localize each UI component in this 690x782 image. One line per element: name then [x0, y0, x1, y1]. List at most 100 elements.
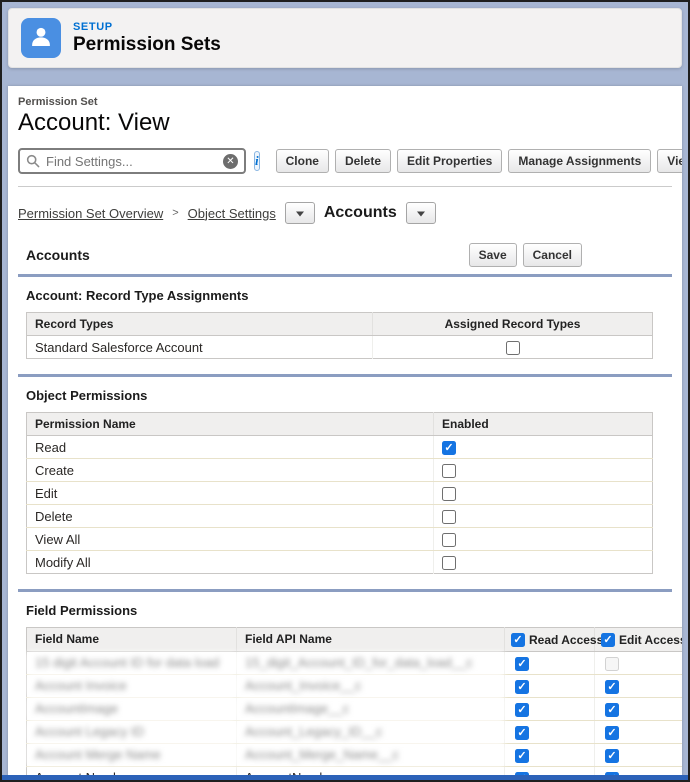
assigned-record-type-cell [373, 336, 653, 359]
clear-search-icon[interactable]: ✕ [223, 154, 238, 169]
field-api-name-cell: Account_Merge_Name__c [237, 743, 505, 766]
permission-sets-window: SETUP Permission Sets Permission Set Acc… [0, 0, 690, 782]
edit-access-cell [595, 697, 683, 720]
section-divider [18, 374, 672, 377]
permission-name: Delete [27, 505, 434, 528]
permission-name: View All [27, 528, 434, 551]
breadcrumb-current: Accounts [324, 204, 397, 222]
object-permissions-table: Permission Name Enabled ReadCreateEditDe… [26, 412, 653, 574]
toolbar-button-edit-properties[interactable]: Edit Properties [397, 149, 502, 173]
table-row: Account Legacy IDAccount_Legacy_ID__c [27, 720, 683, 743]
table-row: Standard Salesforce Account [27, 336, 653, 359]
setup-eyebrow: SETUP [73, 21, 221, 33]
search-input[interactable] [46, 154, 217, 169]
field-permissions-table: Field Name Field API Name Read Access Ed… [26, 627, 682, 780]
checkbox-unchecked[interactable] [442, 533, 456, 547]
breadcrumb-link-object-settings[interactable]: Object Settings [188, 206, 276, 221]
app-title: Permission Sets [73, 34, 221, 56]
chevron-down-button[interactable] [406, 202, 436, 224]
field-api-name-cell: AccountImage__c [237, 697, 505, 720]
read-access-cell [505, 651, 595, 674]
checkbox-checked[interactable] [442, 441, 456, 455]
field-name-cell: Account Merge Name [27, 743, 237, 766]
column-header: Assigned Record Types [373, 313, 653, 336]
checkbox-unchecked[interactable] [442, 464, 456, 478]
edit-access-cell [595, 674, 683, 697]
edit-access-header: Edit Access [595, 628, 683, 652]
find-settings-searchbox[interactable]: ✕ [18, 148, 246, 174]
checkbox-unchecked[interactable] [442, 556, 456, 570]
permission-name: Modify All [27, 551, 434, 574]
edit-access-cell [595, 651, 683, 674]
checkbox-unchecked[interactable] [506, 341, 520, 355]
toolbar: ✕ i CloneDeleteEdit PropertiesManage Ass… [18, 146, 672, 187]
toolbar-button-delete[interactable]: Delete [335, 149, 391, 173]
read-access-header: Read Access [505, 628, 595, 652]
checkbox-checked[interactable] [515, 749, 529, 763]
read-access-header-label: Read Access [529, 633, 603, 647]
toolbar-button-view-summary[interactable]: View Summary [657, 149, 682, 173]
checkbox-checked[interactable] [605, 680, 619, 694]
field-permission-rows: 15 digit Account ID for data load15_digi… [27, 651, 683, 780]
page-title: Account: View [18, 109, 672, 137]
page-subtitle: Permission Set [18, 96, 672, 108]
table-row: AccountImageAccountImage__c [27, 697, 683, 720]
save-cancel-group: Save Cancel [469, 243, 582, 267]
permission-name: Read [27, 436, 434, 459]
edit-access-header-checkbox[interactable] [601, 633, 615, 647]
checkbox-unchecked[interactable] [442, 510, 456, 524]
checkbox-checked[interactable] [515, 703, 529, 717]
toolbar-button-clone[interactable]: Clone [276, 149, 329, 173]
accounts-section-header: Accounts Save Cancel [18, 243, 672, 277]
object-permission-rows: ReadCreateEditDeleteView AllModify All [27, 436, 653, 574]
enabled-cell [434, 436, 653, 459]
checkbox-checked[interactable] [515, 680, 529, 694]
enabled-cell [434, 459, 653, 482]
toolbar-buttons: CloneDeleteEdit PropertiesManage Assignm… [276, 149, 682, 173]
checkbox-checked[interactable] [605, 749, 619, 763]
field-name-cell: Account Invoice [27, 674, 237, 697]
setup-header-text: SETUP Permission Sets [73, 21, 221, 56]
column-header: Field Name [27, 628, 237, 652]
column-header: Field API Name [237, 628, 505, 652]
table-row: Account InvoiceAccount_Invoice__c [27, 674, 683, 697]
search-icon [26, 154, 40, 168]
checkbox-checked[interactable] [605, 726, 619, 740]
info-button[interactable]: i [254, 151, 260, 171]
checkbox-checked[interactable] [515, 726, 529, 740]
field-api-name-cell: Account_Invoice__c [237, 674, 505, 697]
table-row: Account Merge NameAccount_Merge_Name__c [27, 743, 683, 766]
enabled-cell [434, 551, 653, 574]
edit-access-cell [595, 743, 683, 766]
field-api-name-cell: Account_Legacy_ID__c [237, 720, 505, 743]
field-name-cell: AccountImage [27, 697, 237, 720]
column-header: Permission Name [27, 413, 434, 436]
enabled-cell [434, 505, 653, 528]
checkbox-unchecked[interactable] [442, 487, 456, 501]
record-type-assignments-table: Record Types Assigned Record Types Stand… [26, 312, 653, 359]
table-row: Create [27, 459, 653, 482]
read-access-cell [505, 697, 595, 720]
table-row: Modify All [27, 551, 653, 574]
field-name-cell: Account Legacy ID [27, 720, 237, 743]
toolbar-button-manage-assignments[interactable]: Manage Assignments [508, 149, 651, 173]
permission-set-detail: Permission Set Account: View ✕ i CloneDe… [8, 86, 682, 780]
enabled-cell [434, 482, 653, 505]
edit-access-cell [595, 720, 683, 743]
cancel-button[interactable]: Cancel [523, 243, 582, 267]
field-name-cell: 15 digit Account ID for data load [27, 651, 237, 674]
read-access-cell [505, 674, 595, 697]
read-access-cell [505, 743, 595, 766]
chevron-down-button[interactable] [285, 202, 315, 224]
checkbox-checked[interactable] [515, 657, 529, 671]
table-row: View All [27, 528, 653, 551]
breadcrumb-link-permission-set-overview[interactable]: Permission Set Overview [18, 206, 163, 221]
breadcrumb-separator: > [172, 207, 178, 219]
section-title: Accounts [26, 247, 90, 263]
save-button[interactable]: Save [469, 243, 517, 267]
setup-header: SETUP Permission Sets [8, 8, 682, 68]
enabled-cell [434, 528, 653, 551]
read-access-header-checkbox[interactable] [511, 633, 525, 647]
checkbox-checked[interactable] [605, 703, 619, 717]
record-type-assignments-title: Account: Record Type Assignments [18, 288, 672, 303]
